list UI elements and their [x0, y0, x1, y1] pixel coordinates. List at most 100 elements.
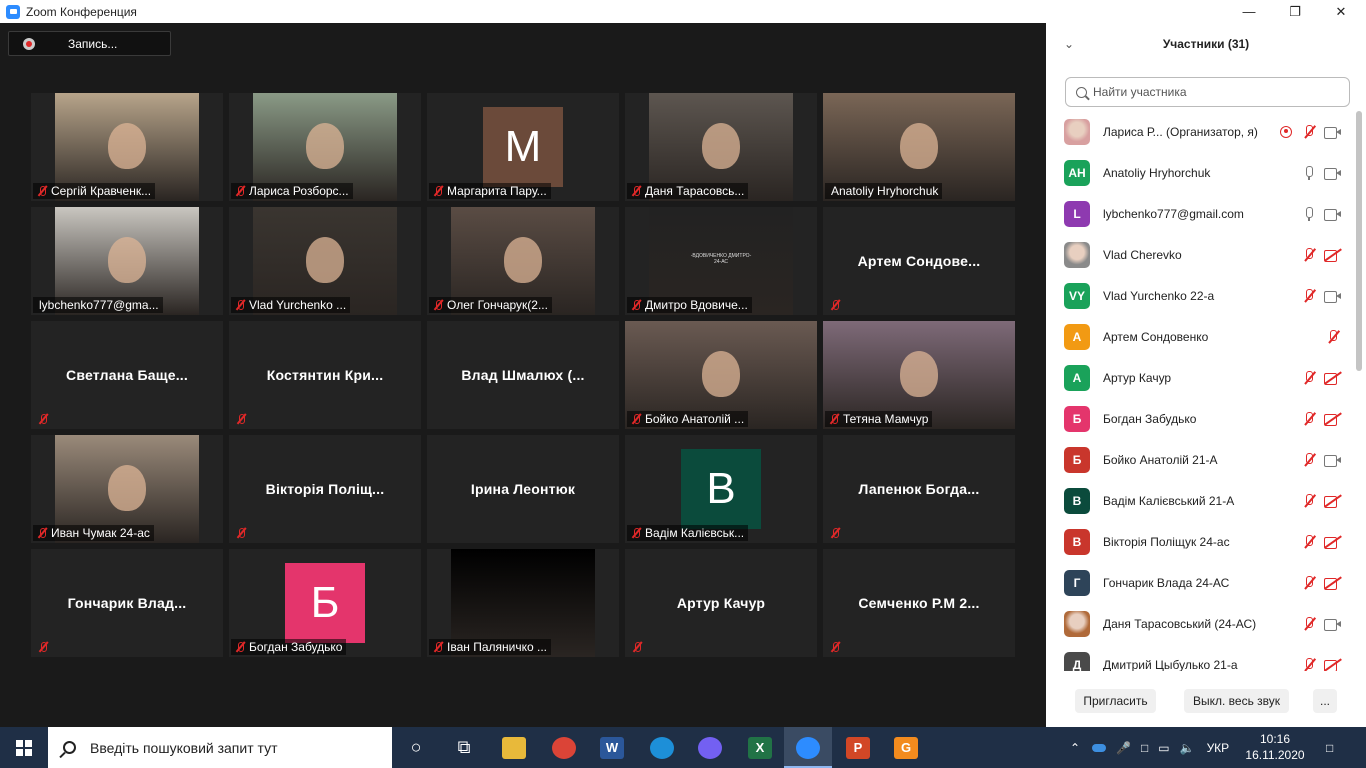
maximize-button[interactable]: ❐ — [1272, 0, 1318, 23]
participant-video-tile[interactable]: -ВДОВИЧЕНКО ДМИТРО- 24-АС Дмитро Вдовиче.… — [625, 207, 817, 315]
camera-off-icon[interactable] — [1324, 248, 1342, 262]
taskbar-app-button[interactable]: P — [834, 727, 882, 768]
participant-row[interactable]: В Вадім Калієвський 21-А — [1046, 480, 1358, 521]
participant-search[interactable] — [1065, 77, 1350, 107]
muted-mic-icon[interactable] — [1302, 657, 1316, 672]
participant-row[interactable]: Лариса Р... (Организатор, я) — [1046, 111, 1358, 152]
language-indicator[interactable]: УКР — [1207, 741, 1230, 755]
participant-video-tile[interactable]: Олег Гончарук(2... — [427, 207, 619, 315]
record-button[interactable]: Запись... — [8, 31, 171, 56]
participant-video-tile[interactable]: M Маргарита Пару... — [427, 93, 619, 201]
participant-video-tile[interactable]: Б Богдан Забудько — [229, 549, 421, 657]
muted-mic-icon[interactable] — [1302, 124, 1316, 139]
participant-row[interactable]: Даня Тарасовський (24-АС) — [1046, 603, 1358, 644]
taskbar-app-button[interactable]: ⧉ — [440, 727, 488, 768]
participant-video-tile[interactable]: Іван Паляничко ... — [427, 549, 619, 657]
taskbar-app-button[interactable] — [638, 727, 686, 768]
participant-list-scrollbar[interactable] — [1356, 111, 1362, 371]
taskbar-app-button[interactable]: X — [736, 727, 784, 768]
mute-all-button[interactable]: Выкл. весь звук — [1184, 689, 1289, 713]
participant-video-tile[interactable]: Лапенюк Богда... — [823, 435, 1015, 543]
taskbar-app-button[interactable]: ○ — [392, 727, 440, 768]
microphone-icon[interactable] — [1302, 165, 1316, 180]
participant-row[interactable]: Г Гончарик Влада 24-АС — [1046, 562, 1358, 603]
camera-icon[interactable] — [1324, 207, 1342, 221]
camera-off-icon[interactable] — [1324, 371, 1342, 385]
participant-video-tile[interactable]: Гончарик Влад... — [31, 549, 223, 657]
participant-row[interactable]: Б Богдан Забудько — [1046, 398, 1358, 439]
notifications-icon[interactable]: □ — [1326, 727, 1333, 768]
camera-off-icon[interactable] — [1324, 658, 1342, 671]
minimize-button[interactable]: — — [1226, 0, 1272, 23]
muted-mic-icon[interactable] — [1302, 493, 1316, 508]
muted-mic-icon[interactable] — [1302, 411, 1316, 426]
participant-row[interactable]: Б Бойко Анатолій 21-А — [1046, 439, 1358, 480]
participant-video-tile[interactable]: Лариса Розборс... — [229, 93, 421, 201]
camera-icon[interactable] — [1324, 617, 1342, 631]
muted-mic-icon[interactable] — [1302, 288, 1316, 303]
participant-video-tile[interactable]: Сергій Кравченк... — [31, 93, 223, 201]
camera-off-icon[interactable] — [1324, 576, 1342, 590]
participant-video-tile[interactable]: lybchenko777@gma... — [31, 207, 223, 315]
participant-video-tile[interactable]: Бойко Анатолій ... — [625, 321, 817, 429]
participant-video-tile[interactable]: Артур Качур — [625, 549, 817, 657]
taskbar-app-button[interactable]: W — [588, 727, 636, 768]
participant-video-tile[interactable]: Светлана Баще... — [31, 321, 223, 429]
participant-video-tile[interactable]: Anatoliy Hryhorchuk — [823, 93, 1015, 201]
camera-icon[interactable] — [1324, 453, 1342, 467]
taskbar-app-button[interactable] — [784, 727, 832, 768]
participant-row[interactable]: Д Дмитрий Цыбулько 21-а — [1046, 644, 1358, 671]
participant-video-tile[interactable]: Тетяна Мамчур — [823, 321, 1015, 429]
muted-mic-icon — [630, 527, 642, 539]
microphone-icon[interactable]: 🎤 — [1116, 741, 1131, 755]
participant-video-tile[interactable]: Даня Тарасовсь... — [625, 93, 817, 201]
participant-video-tile[interactable]: B Вадім Калієвськ... — [625, 435, 817, 543]
camera-icon[interactable] — [1324, 166, 1342, 180]
start-button[interactable] — [0, 727, 48, 768]
participant-video-tile[interactable]: Vlad Yurchenko ... — [229, 207, 421, 315]
participant-video-tile[interactable]: Иван Чумак 24-ас — [31, 435, 223, 543]
participant-row[interactable]: А Артем Сондовенко — [1046, 316, 1358, 357]
taskbar-app-button[interactable] — [686, 727, 734, 768]
participant-row[interactable]: Llybchenko777@gmail.com — [1046, 193, 1358, 234]
participant-video-tile[interactable]: Семченко Р.М 2... — [823, 549, 1015, 657]
participant-row[interactable]: А Артур Качур — [1046, 357, 1358, 398]
camera-icon[interactable] — [1324, 289, 1342, 303]
muted-mic-icon[interactable] — [1302, 247, 1316, 262]
close-button[interactable]: ✕ — [1318, 0, 1364, 23]
taskbar-clock[interactable]: 10:16 16.11.2020 — [1245, 731, 1305, 763]
participant-row[interactable]: AH Anatoliy Hryhorchuk — [1046, 152, 1358, 193]
camera-off-icon[interactable] — [1324, 412, 1342, 426]
network-icon[interactable]: □ — [1141, 741, 1148, 755]
volume-icon[interactable]: 🔈 — [1180, 741, 1195, 755]
camera-off-icon[interactable] — [1324, 535, 1342, 549]
battery-icon[interactable]: ▭ — [1158, 741, 1169, 755]
taskbar-app-button[interactable] — [490, 727, 538, 768]
camera-off-icon[interactable] — [1324, 494, 1342, 508]
invite-button[interactable]: Пригласить — [1075, 689, 1156, 713]
participant-row[interactable]: Vlad Cherevko — [1046, 234, 1358, 275]
camera-icon[interactable] — [1324, 125, 1342, 139]
taskbar-search[interactable]: Введіть пошуковий запит тут — [48, 727, 392, 768]
participant-video-tile[interactable]: Ірина Леонтюк — [427, 435, 619, 543]
muted-mic-icon[interactable] — [1302, 534, 1316, 549]
participant-row[interactable]: В Вікторія Поліщук 24-ас — [1046, 521, 1358, 562]
participant-video-tile[interactable]: Вікторія Поліщ... — [229, 435, 421, 543]
tray-chevron-icon[interactable]: ⌃ — [1070, 741, 1080, 755]
taskbar-app-button[interactable]: G — [882, 727, 930, 768]
microphone-icon[interactable] — [1302, 206, 1316, 221]
muted-mic-icon[interactable] — [1302, 452, 1316, 467]
taskbar-app-button[interactable] — [540, 727, 588, 768]
participant-video-tile[interactable]: Артем Сондове... — [823, 207, 1015, 315]
muted-mic-icon[interactable] — [1302, 575, 1316, 590]
participant-row[interactable]: VY Vlad Yurchenko 22-a — [1046, 275, 1358, 316]
participant-search-input[interactable] — [1093, 85, 1333, 99]
participant-video-tile[interactable]: Влад Шмалюх (... — [427, 321, 619, 429]
muted-mic-icon[interactable] — [1302, 370, 1316, 385]
participant-name-display: Светлана Баще... — [66, 367, 188, 383]
participant-video-tile[interactable]: Костянтин Кри... — [229, 321, 421, 429]
muted-mic-icon[interactable] — [1302, 616, 1316, 631]
onedrive-icon[interactable] — [1092, 743, 1107, 752]
more-options-button[interactable]: ... — [1313, 689, 1337, 713]
muted-mic-icon[interactable] — [1326, 329, 1340, 344]
